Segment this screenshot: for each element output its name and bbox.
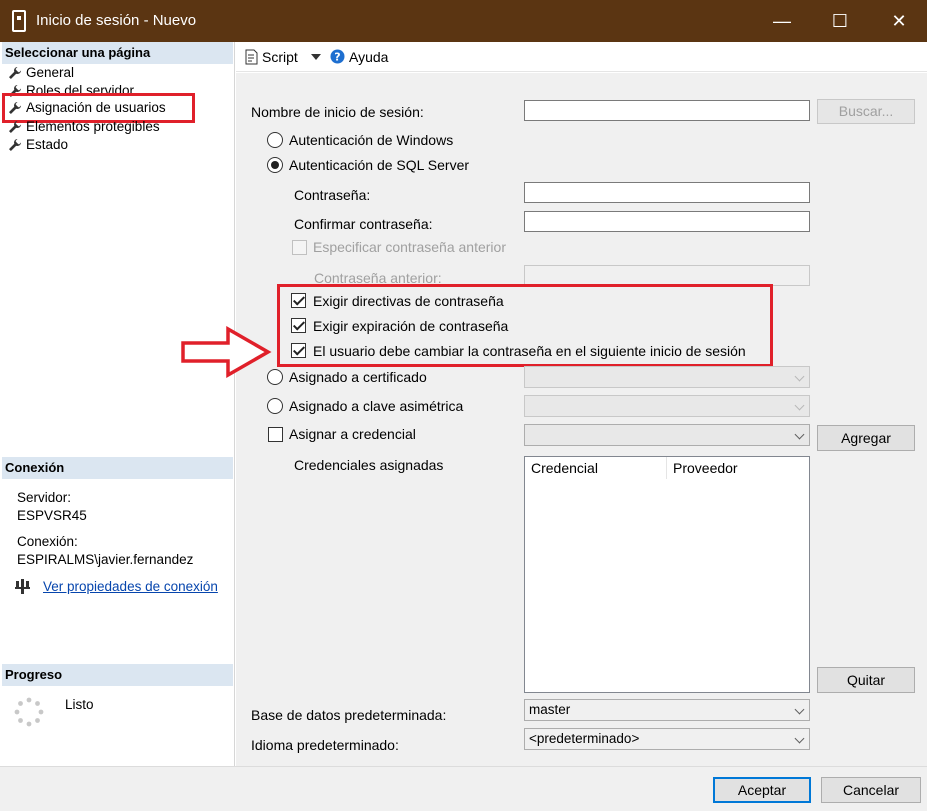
login-name-label: Nombre de inicio de sesión:	[251, 104, 424, 120]
maximize-button[interactable]: ☐	[820, 6, 860, 36]
add-credential-button[interactable]: Agregar	[817, 425, 915, 451]
page-item-label: General	[26, 65, 75, 80]
sql-auth-label: Autenticación de SQL Server	[289, 157, 470, 173]
window-title: Inicio de sesión - Nuevo	[36, 12, 197, 29]
server-value: ESPVSR45	[17, 508, 87, 523]
connection-header: Conexión	[2, 457, 233, 479]
progress-header: Progreso	[2, 664, 233, 686]
windows-auth-label: Autenticación de Windows	[289, 132, 454, 148]
wrench-icon	[9, 66, 21, 79]
left-pane: Seleccionar una página General Roles del…	[0, 42, 235, 766]
ok-button[interactable]: Aceptar	[713, 777, 811, 803]
connection-label: Conexión:	[17, 534, 78, 549]
must-change-password-label: El usuario debe cambiar la contraseña en…	[313, 343, 746, 359]
remove-credential-button[interactable]: Quitar	[817, 667, 915, 693]
view-connection-properties-link[interactable]: Ver propiedades de conexión	[43, 579, 218, 594]
connection-properties-icon	[15, 579, 30, 594]
credential-select[interactable]	[524, 424, 810, 446]
enforce-policy-label: Exigir directivas de contraseña	[313, 293, 504, 309]
column-header-provider[interactable]: Proveedor	[667, 457, 809, 479]
default-database-select[interactable]: master	[524, 699, 810, 721]
wrench-icon	[9, 101, 21, 114]
wrench-icon	[9, 120, 21, 133]
asymmetric-key-radio[interactable]	[267, 398, 283, 414]
page-item-label: Asignación de usuarios	[26, 100, 166, 115]
page-item-label: Estado	[26, 137, 69, 152]
chevron-down-icon	[794, 429, 805, 440]
search-button[interactable]: Buscar...	[817, 99, 915, 124]
enforce-policy-checkbox[interactable]	[291, 293, 306, 308]
page-item-user-mapping[interactable]: Asignación de usuarios	[8, 99, 166, 116]
default-language-label: Idioma predeterminado:	[251, 737, 399, 753]
wrench-icon	[9, 138, 21, 151]
mapped-credentials-label: Credenciales asignadas	[294, 457, 444, 473]
progress-spinner-icon	[14, 697, 44, 727]
enforce-expiration-checkbox[interactable]	[291, 318, 306, 333]
enforce-expiration-label: Exigir expiración de contraseña	[313, 318, 509, 334]
map-credential-checkbox[interactable]	[268, 427, 283, 442]
password-input[interactable]	[524, 182, 810, 203]
windows-auth-radio[interactable]	[267, 132, 283, 148]
password-label: Contraseña:	[294, 187, 371, 203]
svg-text:?: ?	[334, 51, 340, 64]
confirm-password-input[interactable]	[524, 211, 810, 232]
asymmetric-key-label: Asignado a clave asimétrica	[289, 398, 464, 414]
confirm-password-label: Confirmar contraseña:	[294, 216, 433, 232]
script-icon	[245, 49, 258, 65]
column-header-credential[interactable]: Credencial	[525, 457, 667, 479]
old-password-input[interactable]	[524, 265, 810, 286]
default-database-label: Base de datos predeterminada:	[251, 707, 447, 723]
sql-auth-radio[interactable]	[267, 157, 283, 173]
toolbar: Script ? Ayuda	[236, 42, 927, 72]
asymmetric-key-select[interactable]	[524, 395, 810, 417]
default-language-value: <predeterminado>	[529, 731, 640, 746]
default-language-select[interactable]: <predeterminado>	[524, 728, 810, 750]
specify-old-password-checkbox[interactable]	[292, 240, 307, 255]
page-item-status[interactable]: Estado	[8, 136, 68, 153]
title-bar: Inicio de sesión - Nuevo — ☐ ✕	[0, 0, 927, 42]
map-credential-label: Asignar a credencial	[289, 426, 416, 442]
help-button[interactable]: Ayuda	[349, 49, 388, 65]
page-item-label: Elementos protegibles	[26, 119, 160, 134]
connection-value: ESPIRALMS\javier.fernandez	[17, 552, 194, 567]
chevron-down-icon	[794, 704, 805, 715]
server-label: Servidor:	[17, 490, 72, 505]
progress-status: Listo	[65, 697, 94, 712]
mapped-credentials-list[interactable]: Credencial Proveedor	[524, 456, 810, 693]
script-dropdown-icon[interactable]	[311, 54, 321, 61]
certificate-label: Asignado a certificado	[289, 369, 427, 385]
minimize-button[interactable]: —	[762, 6, 802, 36]
login-name-input[interactable]	[524, 100, 810, 121]
chevron-down-icon	[794, 400, 805, 411]
certificate-select[interactable]	[524, 366, 810, 388]
script-button[interactable]: Script	[262, 49, 298, 65]
default-database-value: master	[529, 702, 571, 717]
specify-old-password-label: Especificar contraseña anterior	[313, 239, 506, 255]
must-change-password-checkbox[interactable]	[291, 343, 306, 358]
cancel-button[interactable]: Cancelar	[821, 777, 921, 803]
general-page-panel: Nombre de inicio de sesión: Buscar... Au…	[236, 73, 927, 766]
dialog-button-bar: Aceptar Cancelar	[0, 766, 927, 811]
chevron-down-icon	[794, 371, 805, 382]
select-page-header: Seleccionar una página	[2, 42, 233, 64]
page-item-securables[interactable]: Elementos protegibles	[8, 118, 160, 135]
close-button[interactable]: ✕	[879, 6, 919, 36]
chevron-down-icon	[794, 733, 805, 744]
help-icon: ?	[330, 49, 345, 64]
page-item-general[interactable]: General	[8, 64, 74, 81]
app-icon	[12, 10, 26, 32]
annotation-arrow-icon	[181, 326, 272, 378]
